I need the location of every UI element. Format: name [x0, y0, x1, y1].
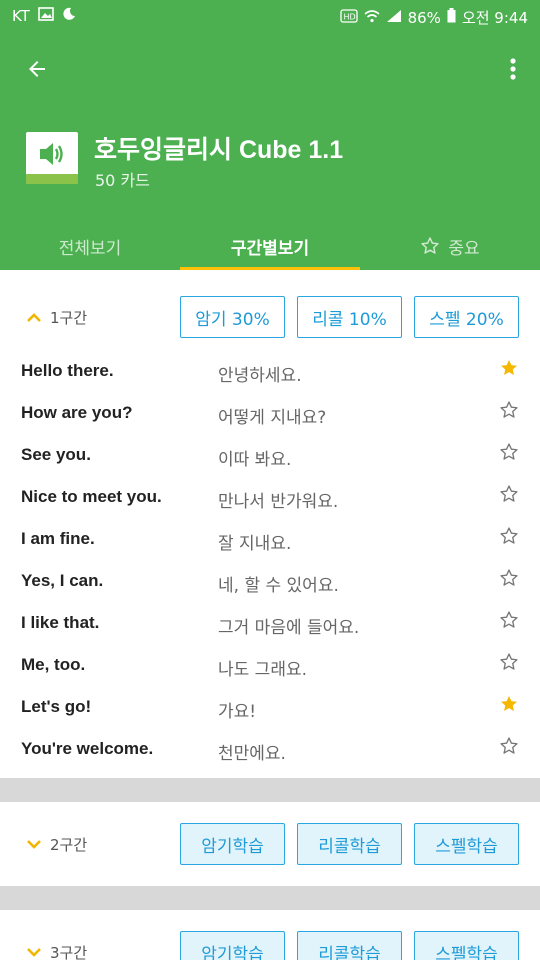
carrier-label: KT: [12, 7, 30, 25]
list-item[interactable]: See you. 이따 봐요.: [0, 434, 540, 476]
speaker-icon: [40, 143, 63, 165]
english-text: You're welcome.: [21, 739, 154, 758]
hd-icon: HD: [339, 8, 358, 27]
section-header: 2구간 암기학습 리콜학습 스펠학습: [0, 823, 540, 865]
star-outline-icon[interactable]: [499, 736, 519, 756]
star-outline-icon[interactable]: [499, 400, 519, 420]
recall-button[interactable]: 리콜 10%: [297, 296, 402, 338]
section-toggle[interactable]: 2구간: [26, 823, 87, 865]
section-card-2: 2구간 암기학습 리콜학습 스펠학습: [0, 802, 540, 886]
star-filled-icon[interactable]: [499, 694, 519, 714]
signal-icon: [386, 9, 402, 27]
star-outline-icon[interactable]: [499, 484, 519, 504]
korean-text: 이따 봐요.: [218, 450, 292, 470]
memorize-button[interactable]: 암기학습: [180, 823, 285, 865]
section-toggle[interactable]: 3구간: [26, 931, 87, 960]
list-item[interactable]: Yes, I can. 네, 할 수 있어요.: [0, 560, 540, 602]
spell-button[interactable]: 스펠학습: [414, 931, 519, 960]
korean-text: 안녕하세요.: [218, 366, 302, 386]
korean-text: 잘 지내요.: [218, 534, 292, 554]
section-card-1: 1구간 암기 30% 리콜 10% 스펠 20% Hello there. 안녕…: [0, 270, 540, 778]
arrow-back-icon: [29, 61, 45, 77]
korean-text: 만나서 반가워요.: [218, 492, 339, 512]
list-item[interactable]: Hello there. 안녕하세요.: [0, 350, 540, 392]
star-outline-icon[interactable]: [499, 610, 519, 630]
section-toggle[interactable]: 1구간: [26, 296, 87, 338]
recall-button[interactable]: 리콜학습: [297, 823, 402, 865]
korean-text: 그거 마음에 들어요.: [218, 618, 360, 638]
list-item[interactable]: How are you? 어떻게 지내요?: [0, 392, 540, 434]
english-text: Yes, I can.: [21, 571, 104, 590]
app-bar: 호두잉글리시 Cube 1.1 50 카드 전체보기 구간별보기 중요: [0, 32, 540, 270]
tab-sections-label: 구간별보기: [230, 238, 310, 259]
status-bar: KT HD 86% 오전 9:44: [0, 0, 540, 32]
chevron-up-icon: [27, 313, 41, 322]
recall-button[interactable]: 리콜학습: [297, 931, 402, 960]
korean-text: 나도 그래요.: [218, 660, 308, 680]
korean-text: 가요!: [218, 702, 257, 722]
section-header: 1구간 암기 30% 리콜 10% 스펠 20%: [0, 296, 540, 338]
star-outline-icon[interactable]: [499, 526, 519, 546]
chevron-down-icon: [27, 948, 41, 957]
list-item[interactable]: Nice to meet you. 만나서 반가워요.: [0, 476, 540, 518]
list-item[interactable]: You're welcome. 천만에요.: [0, 728, 540, 770]
star-outline-icon[interactable]: [499, 568, 519, 588]
english-text: I like that.: [21, 613, 100, 632]
wifi-icon: [364, 9, 380, 27]
english-text: How are you?: [21, 403, 133, 422]
back-button[interactable]: [20, 52, 54, 86]
study-buttons: 암기학습 리콜학습 스펠학습: [180, 823, 519, 865]
korean-text: 어떻게 지내요?: [218, 408, 327, 428]
star-outline-icon[interactable]: [499, 652, 519, 672]
section-label: 1구간: [50, 308, 88, 327]
korean-text: 네, 할 수 있어요.: [218, 576, 339, 596]
list-item[interactable]: I like that. 그거 마음에 들어요.: [0, 602, 540, 644]
star-filled-icon[interactable]: [499, 358, 519, 378]
memorize-button[interactable]: 암기학습: [180, 931, 285, 960]
english-text: See you.: [21, 445, 91, 464]
deck-title: 호두잉글리시 Cube 1.1: [94, 136, 344, 164]
deck-card-count: 50 카드: [95, 171, 150, 190]
image-icon: [38, 7, 54, 25]
clock: 오전 9:44: [461, 9, 528, 27]
star-outline-icon[interactable]: [499, 442, 519, 462]
battery-icon: [447, 8, 456, 27]
list-item[interactable]: Let's go! 가요!: [0, 686, 540, 728]
tab-important-label: 중요: [448, 238, 480, 259]
tab-important[interactable]: 중요: [360, 222, 540, 270]
card-list: Hello there. 안녕하세요. How are you? 어떻게 지내요…: [0, 350, 540, 770]
more-vertical-icon: [510, 58, 516, 80]
section-label: 3구간: [50, 943, 88, 960]
section-label: 2구간: [50, 835, 88, 854]
spell-button[interactable]: 스펠학습: [414, 823, 519, 865]
english-text: Nice to meet you.: [21, 487, 162, 506]
korean-text: 천만에요.: [218, 744, 286, 764]
tab-all[interactable]: 전체보기: [0, 222, 180, 270]
list-item[interactable]: I am fine. 잘 지내요.: [0, 518, 540, 560]
memorize-button[interactable]: 암기 30%: [180, 296, 285, 338]
deck-icon: [26, 132, 78, 184]
star-outline-icon: [421, 237, 440, 254]
section-header: 3구간 암기학습 리콜학습 스펠학습: [0, 931, 540, 960]
chevron-down-icon: [27, 840, 41, 849]
moon-icon: [62, 7, 76, 25]
tab-all-label: 전체보기: [58, 238, 122, 259]
spell-button[interactable]: 스펠 20%: [414, 296, 519, 338]
english-text: Let's go!: [21, 697, 92, 716]
svg-text:HD: HD: [343, 12, 355, 21]
tab-bar: 전체보기 구간별보기 중요: [0, 222, 540, 270]
study-buttons: 암기학습 리콜학습 스펠학습: [180, 931, 519, 960]
more-options-button[interactable]: [500, 52, 526, 86]
study-buttons: 암기 30% 리콜 10% 스펠 20%: [180, 296, 519, 338]
section-card-3: 3구간 암기학습 리콜학습 스펠학습: [0, 910, 540, 960]
list-item[interactable]: Me, too. 나도 그래요.: [0, 644, 540, 686]
english-text: I am fine.: [21, 529, 95, 548]
english-text: Hello there.: [21, 361, 114, 380]
english-text: Me, too.: [21, 655, 86, 674]
tab-sections[interactable]: 구간별보기: [180, 222, 360, 270]
battery-percent: 86%: [407, 8, 441, 27]
